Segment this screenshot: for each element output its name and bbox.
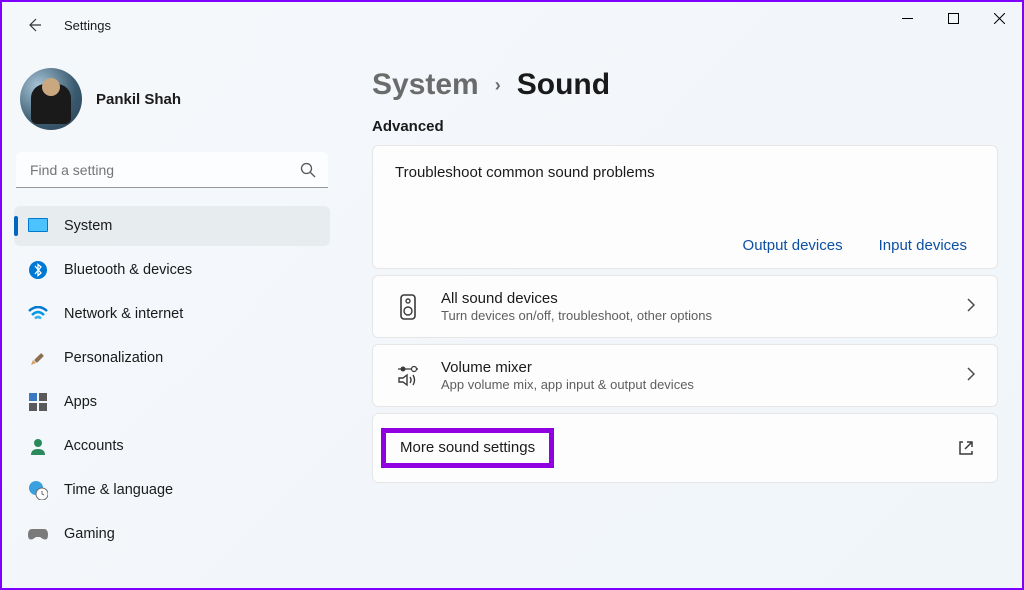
highlight-annotation: More sound settings (381, 428, 554, 468)
sidebar-item-label: Bluetooth & devices (64, 262, 192, 278)
page-title: Sound (517, 68, 610, 102)
gamepad-icon (28, 524, 48, 544)
output-devices-link[interactable]: Output devices (743, 237, 843, 254)
app-title: Settings (64, 18, 111, 33)
maximize-button[interactable] (930, 2, 976, 34)
row-title: Volume mixer (441, 359, 947, 376)
bluetooth-icon (28, 260, 48, 280)
sidebar-item-network[interactable]: Network & internet (14, 294, 330, 334)
system-icon (28, 216, 48, 236)
search-input[interactable] (16, 152, 328, 188)
row-title: More sound settings (400, 439, 535, 456)
sidebar-item-bluetooth[interactable]: Bluetooth & devices (14, 250, 330, 290)
row-subtitle: App volume mix, app input & output devic… (441, 377, 947, 392)
chevron-right-icon: › (495, 75, 501, 96)
wifi-icon (28, 304, 48, 324)
sidebar-item-label: System (64, 218, 112, 234)
more-sound-settings-row[interactable]: More sound settings (372, 413, 998, 483)
row-text: Volume mixer App volume mix, app input &… (441, 359, 947, 392)
minimize-button[interactable] (884, 2, 930, 34)
sidebar-item-time[interactable]: Time & language (14, 470, 330, 510)
sidebar-item-label: Time & language (64, 482, 173, 498)
sidebar-item-accounts[interactable]: Accounts (14, 426, 330, 466)
troubleshoot-card: Troubleshoot common sound problems Outpu… (372, 145, 998, 269)
speaker-icon (395, 294, 421, 320)
profile-name: Pankil Shah (96, 91, 181, 108)
sidebar: Pankil Shah System Bluetooth & devices (2, 48, 342, 588)
sidebar-item-system[interactable]: System (14, 206, 330, 246)
input-devices-link[interactable]: Input devices (879, 237, 967, 254)
titlebar: Settings (2, 2, 1022, 48)
globe-clock-icon (28, 480, 48, 500)
chevron-right-icon (967, 367, 975, 385)
breadcrumb: System › Sound (372, 68, 998, 102)
person-icon (28, 436, 48, 456)
search-icon (300, 162, 316, 178)
troubleshoot-links: Output devices Input devices (395, 237, 975, 254)
sidebar-item-personalization[interactable]: Personalization (14, 338, 330, 378)
row-title: All sound devices (441, 290, 947, 307)
avatar (20, 68, 82, 130)
window-controls (884, 2, 1022, 34)
back-button[interactable] (20, 11, 48, 39)
volume-mixer-row[interactable]: Volume mixer App volume mix, app input &… (372, 344, 998, 407)
sidebar-item-label: Network & internet (64, 306, 183, 322)
sidebar-item-label: Apps (64, 394, 97, 410)
sidebar-item-apps[interactable]: Apps (14, 382, 330, 422)
row-text: More sound settings (395, 428, 937, 468)
search-wrap (16, 152, 328, 188)
mixer-icon (395, 363, 421, 389)
all-sound-devices-row[interactable]: All sound devices Turn devices on/off, t… (372, 275, 998, 338)
sidebar-item-label: Personalization (64, 350, 163, 366)
content: System › Sound Advanced Troubleshoot com… (342, 48, 1022, 588)
breadcrumb-parent[interactable]: System (372, 68, 479, 102)
sidebar-item-label: Accounts (64, 438, 124, 454)
paintbrush-icon (28, 348, 48, 368)
close-button[interactable] (976, 2, 1022, 34)
section-advanced-header: Advanced (372, 118, 998, 135)
row-subtitle: Turn devices on/off, troubleshoot, other… (441, 308, 947, 323)
troubleshoot-title: Troubleshoot common sound problems (395, 164, 975, 181)
sidebar-item-label: Gaming (64, 526, 115, 542)
apps-icon (28, 392, 48, 412)
sidebar-item-gaming[interactable]: Gaming (14, 514, 330, 554)
nav: System Bluetooth & devices Network & int… (14, 206, 330, 558)
open-external-icon (957, 439, 975, 457)
chevron-right-icon (967, 298, 975, 316)
profile-section[interactable]: Pankil Shah (14, 56, 330, 150)
row-text: All sound devices Turn devices on/off, t… (441, 290, 947, 323)
